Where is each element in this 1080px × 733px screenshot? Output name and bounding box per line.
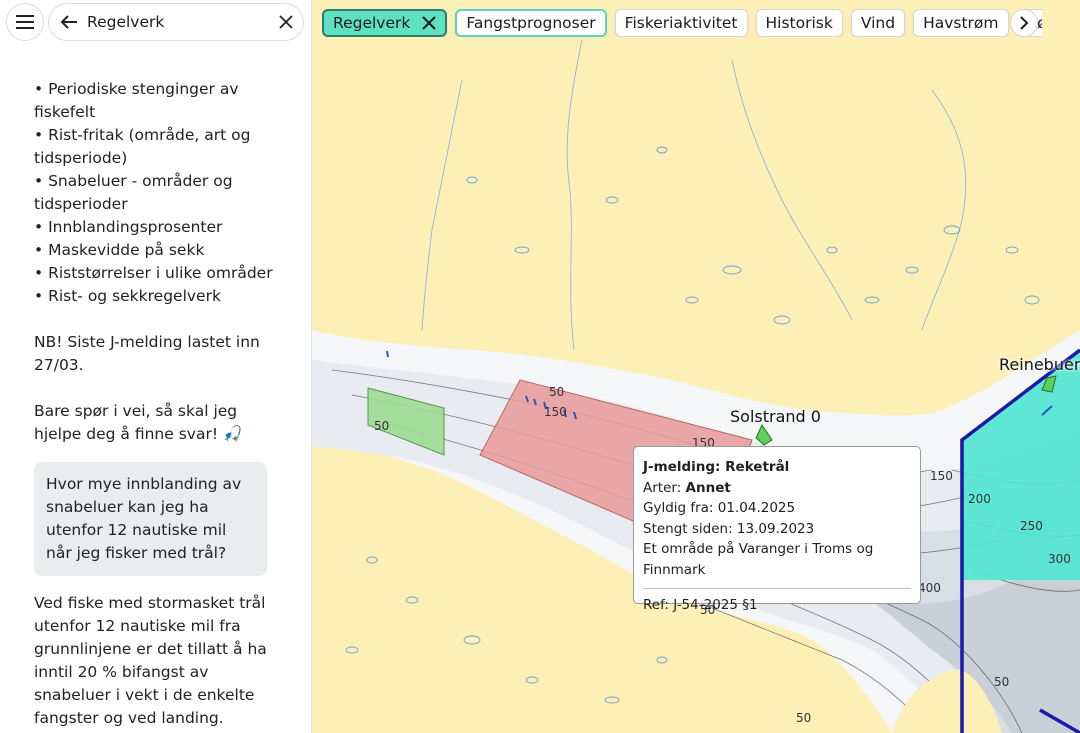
depth-label: 150 [544, 405, 567, 419]
search-value[interactable]: Regelverk [85, 13, 269, 31]
back-button[interactable] [53, 14, 85, 30]
hamburger-icon [16, 15, 34, 29]
species-value: Annet [685, 479, 731, 496]
assistant-answer: Ved fiske med stormasket trål utenfor 12… [34, 594, 267, 727]
map-canvas[interactable]: 50 50 150 150 100 150 200 250 300 400 50… [312, 0, 1080, 733]
offer-text: Bare spør i vei, så skal jeg hjelpe deg … [34, 402, 243, 443]
popup-closed-since: Stengt siden: 13.09.2023 [643, 520, 815, 537]
chips-next-button[interactable] [1010, 9, 1038, 37]
chip-fiskeriaktivitet[interactable]: Fiskeriaktivitet [614, 9, 748, 37]
depth-label: 150 [930, 469, 953, 483]
chip-label: Havstrøm [923, 14, 999, 32]
chat-thread: • Periodiske stenginger av fiskefelt • R… [34, 78, 274, 730]
chevron-right-icon [1020, 16, 1029, 30]
close-icon [279, 15, 293, 29]
place-label-reinebuen[interactable]: Reinebuen [999, 355, 1080, 374]
list-item: • Rist- og sekkregelverk [34, 287, 221, 305]
list-item: • Rist-fritak (område, art og tidsperiod… [34, 126, 251, 167]
depth-label: 50 [994, 675, 1009, 689]
depth-label: 50 [796, 711, 811, 725]
list-item: • Innblandingsprosenter [34, 218, 223, 236]
popup-ref: Ref: J-54-2025 §1 [643, 597, 758, 613]
chip-historisk[interactable]: Historisk [755, 9, 843, 37]
chip-havstrom[interactable]: Havstrøm [913, 9, 1009, 37]
popup-area: Et område på Varanger i Troms og Finnmar… [643, 541, 874, 578]
search-field[interactable]: Regelverk [48, 3, 304, 41]
place-label-solstrand[interactable]: Solstrand 0 [730, 407, 821, 426]
popup-valid-from: Gyldig fra: 01.04.2025 [643, 500, 796, 516]
chip-regelverk[interactable]: Regelverk [322, 9, 448, 37]
list-item: • Periodiske stenginger av fiskefelt [34, 80, 239, 121]
list-item: • Snabeluer - områder og tidsperioder [34, 172, 233, 213]
list-item: • Maskevidde på sekk [34, 241, 205, 259]
chip-label: Historisk [765, 14, 833, 32]
chip-fangstprognoser[interactable]: Fangstprognoser [455, 9, 607, 37]
map-view[interactable]: 50 50 150 150 100 150 200 250 300 400 50… [312, 0, 1080, 733]
chip-close-button[interactable] [422, 16, 437, 30]
clear-search-button[interactable] [269, 15, 303, 29]
note-text: NB! Siste J-melding lastet inn 27/03. [34, 333, 260, 374]
chip-label: Regelverk [333, 14, 411, 32]
popup-title: J-melding: Reketrål [643, 459, 790, 475]
close-icon [422, 16, 437, 30]
user-message: Hvor mye innblanding av snabeluer kan je… [34, 462, 267, 576]
depth-label: 400 [918, 581, 941, 595]
rivers [421, 39, 967, 351]
rule-topics-list: • Periodiske stenginger av fiskefelt • R… [34, 78, 274, 308]
depth-label: 50 [374, 419, 389, 433]
popup-species: Arter: Annet [643, 478, 911, 499]
arrow-left-icon [60, 15, 77, 29]
info-popup: J-melding: Reketrål Arter: Annet Gyldig … [633, 446, 921, 613]
depth-label: 250 [1020, 519, 1043, 533]
chip-label: Fangstprognoser [466, 14, 596, 32]
depth-label: 200 [968, 492, 991, 506]
species-label: Arter: [643, 479, 686, 496]
depth-label: 50 [549, 385, 564, 399]
sidebar: Regelverk • Periodiske stenginger av fis… [0, 0, 312, 733]
chip-label: Vind [860, 14, 896, 32]
menu-button[interactable] [6, 3, 44, 41]
divider [643, 588, 911, 589]
depth-label: 300 [1048, 552, 1071, 566]
chip-label: Fiskeriaktivitet [624, 14, 738, 32]
chip-vind[interactable]: Vind [850, 9, 906, 37]
list-item: • Riststørrelser i ulike områder [34, 264, 273, 282]
layer-chips: Regelverk Fangstprognoser Fiskeriaktivit… [322, 9, 1042, 37]
